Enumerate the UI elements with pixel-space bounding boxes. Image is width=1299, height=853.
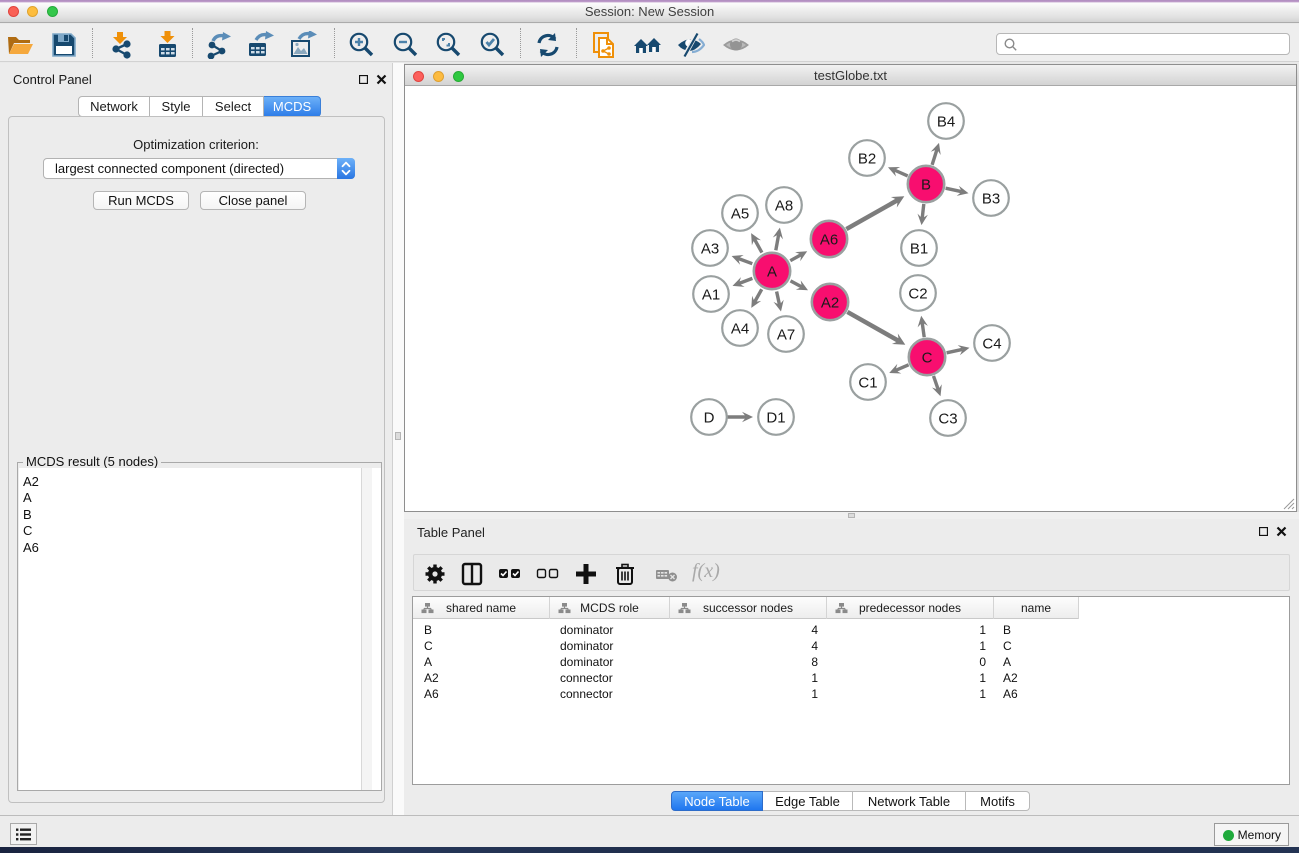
svg-text:A6: A6: [820, 231, 838, 248]
svg-text:A1: A1: [702, 286, 720, 303]
svg-text:B1: B1: [910, 240, 928, 257]
svg-text:B2: B2: [858, 150, 876, 167]
svg-text:C3: C3: [938, 410, 957, 427]
svg-text:C1: C1: [858, 374, 877, 391]
svg-text:B4: B4: [937, 113, 955, 130]
svg-text:D: D: [704, 409, 715, 426]
svg-text:A8: A8: [775, 197, 793, 214]
svg-text:A7: A7: [777, 326, 795, 343]
svg-text:D1: D1: [766, 409, 785, 426]
svg-text:A5: A5: [731, 205, 749, 222]
svg-text:B: B: [921, 176, 931, 193]
svg-text:C4: C4: [982, 335, 1001, 352]
svg-text:A3: A3: [701, 240, 719, 257]
svg-text:C2: C2: [908, 285, 927, 302]
svg-text:A4: A4: [731, 320, 749, 337]
svg-text:A2: A2: [821, 294, 839, 311]
svg-text:C: C: [922, 349, 933, 366]
svg-text:A: A: [767, 263, 777, 280]
svg-text:B3: B3: [982, 190, 1000, 207]
